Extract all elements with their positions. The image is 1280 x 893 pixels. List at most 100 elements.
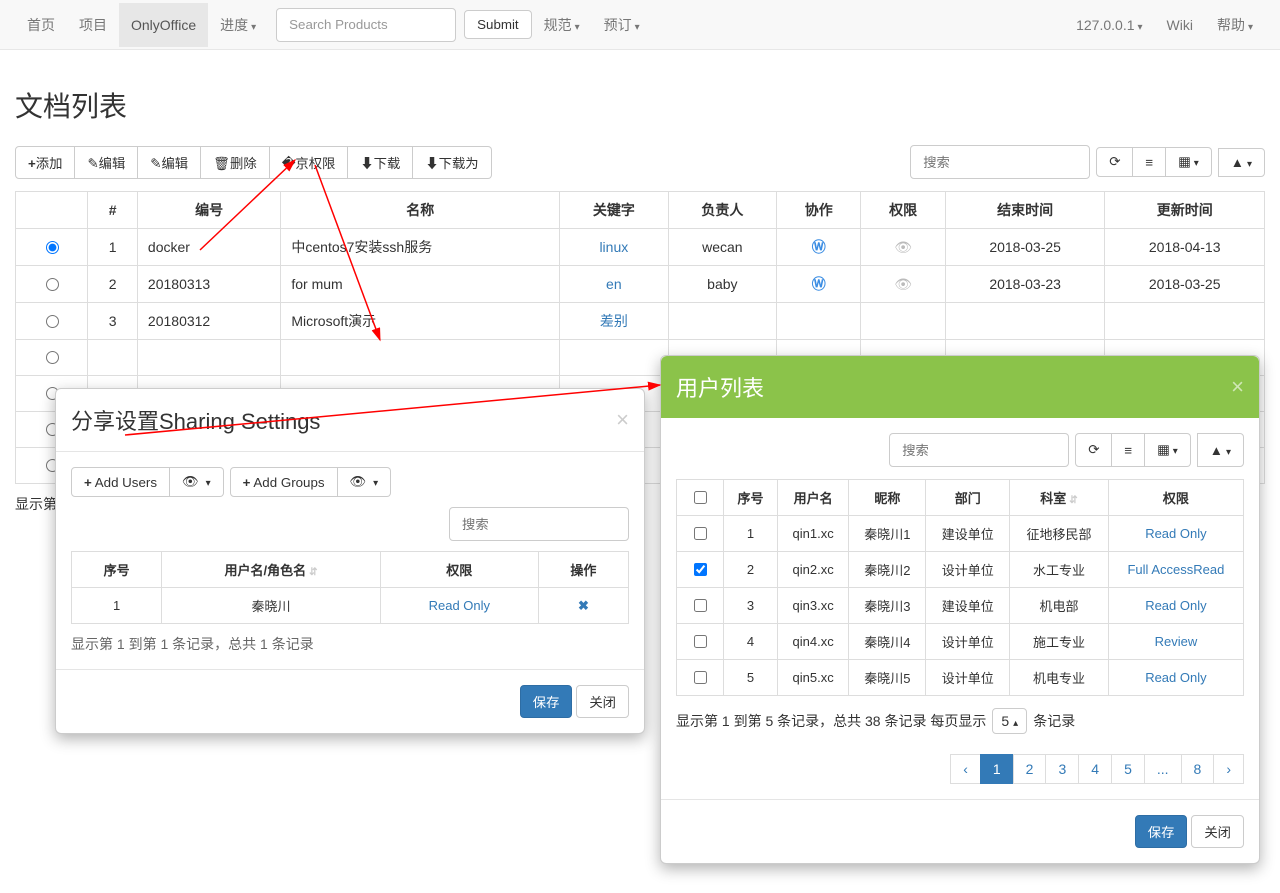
column-header[interactable]: 用户名/角色名⇵ bbox=[162, 552, 381, 588]
row-checkbox[interactable] bbox=[694, 671, 707, 684]
toggle-view-button[interactable]: ≡ bbox=[1133, 147, 1166, 177]
column-header[interactable]: 负责人 bbox=[668, 192, 777, 229]
add-users-button[interactable]: + Add Users bbox=[71, 467, 170, 497]
column-header[interactable]: 权限 bbox=[380, 552, 538, 588]
sharing-close-button[interactable]: 关闭 bbox=[576, 685, 629, 718]
column-header[interactable]: 用户名 bbox=[777, 480, 848, 516]
edit-button[interactable]: ✎编辑 bbox=[75, 146, 138, 179]
userlist-refresh-button[interactable]: ⟳ bbox=[1075, 433, 1112, 467]
userlist-export-button[interactable]: ▲ bbox=[1197, 433, 1244, 467]
close-icon[interactable]: × bbox=[1231, 374, 1244, 400]
column-header[interactable]: 名称 bbox=[281, 192, 560, 229]
column-header[interactable]: 编号 bbox=[137, 192, 280, 229]
nav-search-input[interactable] bbox=[276, 8, 456, 42]
permission-link[interactable]: Read Only bbox=[1145, 598, 1206, 613]
download-as-button[interactable]: ⬇下载为 bbox=[413, 146, 491, 179]
userlist-close-button[interactable]: 关闭 bbox=[1191, 815, 1244, 848]
keyword-link[interactable]: linux bbox=[599, 239, 628, 255]
sharing-save-button[interactable]: 保存 bbox=[520, 685, 573, 718]
add-groups-view-button[interactable]: 👁 bbox=[338, 467, 392, 497]
userlist-search-input[interactable] bbox=[889, 433, 1069, 467]
column-header[interactable]: 结束时间 bbox=[945, 192, 1105, 229]
row-checkbox[interactable] bbox=[694, 599, 707, 612]
column-header[interactable]: 权限 bbox=[1108, 480, 1243, 516]
column-header[interactable] bbox=[16, 192, 88, 229]
row-radio[interactable] bbox=[46, 278, 59, 291]
row-checkbox[interactable] bbox=[694, 563, 707, 576]
add-groups-button[interactable]: + Add Groups bbox=[230, 467, 338, 497]
row-radio[interactable] bbox=[46, 241, 59, 254]
page-link[interactable]: 1 bbox=[980, 754, 1014, 784]
permission-link[interactable]: Full AccessRead bbox=[1127, 562, 1224, 577]
keyword-link[interactable]: 差别 bbox=[600, 313, 628, 329]
page-link[interactable]: 2 bbox=[1013, 754, 1047, 784]
permission-link[interactable]: Read Only bbox=[1145, 526, 1206, 541]
column-header[interactable]: 序号 bbox=[724, 480, 778, 516]
word-doc-icon[interactable]: Ⓦ bbox=[812, 239, 826, 255]
close-icon[interactable]: × bbox=[616, 407, 629, 433]
word-doc-icon[interactable]: Ⓦ bbox=[812, 276, 826, 292]
edit2-button[interactable]: ✎编辑 bbox=[138, 146, 201, 179]
add-users-view-button[interactable]: 👁 bbox=[170, 467, 224, 497]
userlist-save-button[interactable]: 保存 bbox=[1135, 815, 1188, 848]
refresh-button[interactable]: ⟳ bbox=[1096, 147, 1133, 177]
download-button[interactable]: ⬇下载 bbox=[348, 146, 413, 179]
nav-home[interactable]: 首页 bbox=[15, 1, 67, 49]
page-size-selector[interactable]: 5 bbox=[992, 708, 1027, 734]
table-row[interactable]: 1docker中centos7安装ssh服务linuxwecanⓌ👁2018-0… bbox=[16, 229, 1265, 266]
column-header[interactable]: 操作 bbox=[538, 552, 628, 588]
eye-icon: 👁 bbox=[182, 474, 199, 489]
add-button[interactable]: +添加 bbox=[15, 146, 75, 179]
column-header[interactable]: 更新时间 bbox=[1105, 192, 1265, 229]
nav-spec[interactable]: 规范 bbox=[532, 1, 592, 49]
userlist-toggle-button[interactable]: ≡ bbox=[1112, 433, 1145, 467]
delete-button[interactable]: 🗑删除 bbox=[201, 146, 270, 179]
columns-button[interactable]: ▦ bbox=[1166, 147, 1212, 177]
nav-wiki[interactable]: Wiki bbox=[1155, 3, 1205, 47]
table-search-input[interactable] bbox=[910, 145, 1090, 179]
nav-ip[interactable]: 127.0.0.1 bbox=[1064, 3, 1154, 47]
column-header[interactable]: 序号 bbox=[72, 552, 162, 588]
permission-link[interactable]: Review bbox=[1155, 634, 1198, 649]
permission-button[interactable]: �京权限 bbox=[270, 146, 349, 179]
column-header[interactable]: 关键字 bbox=[560, 192, 669, 229]
remove-icon[interactable]: ✖ bbox=[578, 598, 589, 613]
userlist-columns-button[interactable]: ▦ bbox=[1145, 433, 1191, 467]
nav-help[interactable]: 帮助 bbox=[1205, 1, 1265, 49]
column-header[interactable]: 科室⇵ bbox=[1010, 480, 1109, 516]
permission-link[interactable]: Read Only bbox=[429, 598, 490, 613]
nav-onlyoffice[interactable]: OnlyOffice bbox=[119, 3, 208, 47]
trash-icon: 🗑 bbox=[213, 156, 230, 171]
column-header[interactable] bbox=[677, 480, 724, 516]
export-button[interactable]: ▲ bbox=[1218, 148, 1265, 177]
sharing-search-input[interactable] bbox=[449, 507, 629, 541]
column-header[interactable]: 权限 bbox=[861, 192, 945, 229]
row-checkbox[interactable] bbox=[694, 635, 707, 648]
nav-submit-button[interactable]: Submit bbox=[464, 10, 531, 39]
page-link[interactable]: ... bbox=[1144, 754, 1182, 784]
page-link[interactable]: 4 bbox=[1078, 754, 1112, 784]
eye-off-icon[interactable]: 👁 bbox=[894, 239, 912, 255]
page-link[interactable]: 3 bbox=[1045, 754, 1079, 784]
eye-off-icon[interactable]: 👁 bbox=[894, 276, 912, 292]
keyword-link[interactable]: en bbox=[606, 276, 622, 292]
page-link[interactable]: › bbox=[1213, 754, 1244, 784]
page-link[interactable]: 5 bbox=[1111, 754, 1145, 784]
column-header[interactable]: 协作 bbox=[777, 192, 861, 229]
permission-link[interactable]: Read Only bbox=[1145, 670, 1206, 685]
table-row[interactable]: 320180312Microsoft演示差别 bbox=[16, 303, 1265, 340]
table-row[interactable]: 220180313for mumenbabyⓌ👁2018-03-232018-0… bbox=[16, 266, 1265, 303]
column-header[interactable]: 部门 bbox=[926, 480, 1010, 516]
page-title: 文档列表 bbox=[15, 85, 1265, 125]
page-link[interactable]: ‹ bbox=[950, 754, 981, 784]
row-radio[interactable] bbox=[46, 315, 59, 328]
row-radio[interactable] bbox=[46, 351, 59, 364]
nav-projects[interactable]: 项目 bbox=[67, 1, 119, 49]
select-all-checkbox[interactable] bbox=[694, 491, 707, 504]
row-checkbox[interactable] bbox=[694, 527, 707, 540]
nav-booking[interactable]: 预订 bbox=[592, 1, 652, 49]
column-header[interactable]: # bbox=[88, 192, 138, 229]
page-link[interactable]: 8 bbox=[1181, 754, 1215, 784]
nav-progress[interactable]: 进度 bbox=[208, 1, 268, 49]
column-header[interactable]: 昵称 bbox=[849, 480, 926, 516]
